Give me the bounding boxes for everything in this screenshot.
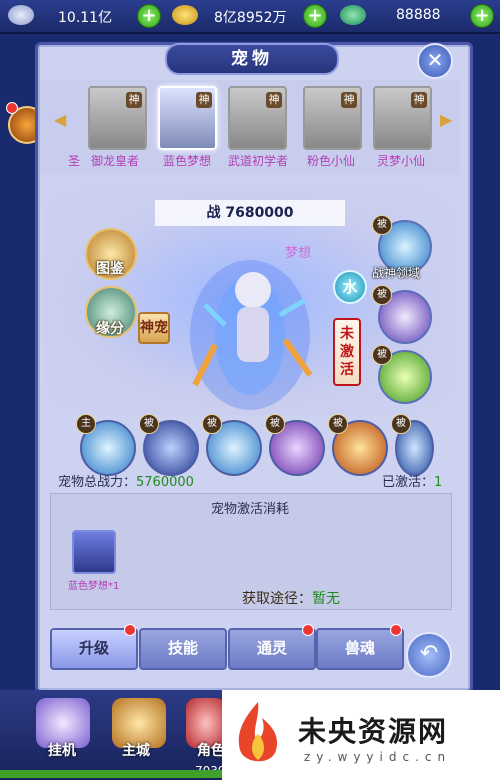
passive-badge: 被 <box>391 414 411 434</box>
water-element-badge: 水 <box>333 270 367 304</box>
passive-badge: 被 <box>139 414 159 434</box>
add-silver-button[interactable]: + <box>137 4 161 28</box>
panel-title: 宠物 <box>165 43 339 75</box>
passive-badge: 被 <box>372 215 392 235</box>
activated-value: 1 <box>434 475 443 490</box>
item-name: 蓝色梦想*1 <box>68 581 120 592</box>
silver-amount: 10.11亿 <box>58 10 113 26</box>
silver-ingot-icon <box>8 5 34 25</box>
nav-city-label[interactable]: 主城 <box>122 740 150 760</box>
divine-badge: 神 <box>266 92 282 108</box>
pet-name: 御龙皇者 <box>90 154 139 168</box>
activated-caption: 已激活： <box>382 475 435 490</box>
source-caption: 获取途径： <box>242 591 312 607</box>
passive-badge: 被 <box>265 414 285 434</box>
pet-figure <box>190 260 313 410</box>
nav-character-label[interactable]: 角色 <box>197 740 225 760</box>
atlas-label[interactable]: 图鉴 <box>80 258 140 278</box>
currency-bar: 10.11亿 + 8亿8952万 + 88888 + <box>0 0 500 34</box>
activation-cost-title: 宠物激活消耗 <box>210 502 289 517</box>
skill-name: 战神领域 <box>372 266 421 280</box>
gold-amount: 8亿8952万 <box>214 10 287 26</box>
pet-card-item-icon[interactable] <box>72 530 116 574</box>
power-banner: 战 7680000 <box>155 200 345 226</box>
fate-label[interactable]: 缘分 <box>80 318 140 338</box>
jade-icon <box>340 5 366 25</box>
add-jade-button[interactable]: + <box>470 4 494 28</box>
divine-badge: 神 <box>341 92 357 108</box>
watermark-title: 未央资源网 <box>298 715 449 748</box>
passive-badge: 被 <box>202 414 222 434</box>
activated-label: 已激活：1 <box>382 471 442 490</box>
pet-name: 武道初学者 <box>227 154 288 168</box>
total-power-value: 5760000 <box>136 475 194 490</box>
tab-upgrade[interactable]: 升级 <box>50 628 138 670</box>
gold-ingot-icon <box>172 5 198 25</box>
back-arrow-icon[interactable]: ↶ <box>406 632 452 678</box>
divine-pet-tag: 神宠 <box>138 312 170 344</box>
tab-skills[interactable]: 技能 <box>139 628 227 670</box>
pet-name: 灵梦小仙 <box>376 154 425 168</box>
passive-badge: 被 <box>372 345 392 365</box>
scroll-left-icon[interactable]: ◀ <box>54 110 68 132</box>
close-icon[interactable]: ✕ <box>417 43 453 79</box>
total-power-caption: 宠物总战力： <box>58 475 137 490</box>
status-badge: 未激活 <box>333 318 361 386</box>
active-badge: 主 <box>76 414 96 434</box>
passive-badge: 被 <box>328 414 348 434</box>
watermark-subtitle: zy.wyyidc.cn <box>304 750 452 764</box>
passive-badge: 被 <box>372 285 392 305</box>
source-label: 获取途径：暂无 <box>242 588 340 608</box>
divine-badge: 神 <box>196 92 212 108</box>
watermark-flame-logo <box>238 702 278 762</box>
notification-dot <box>6 102 18 114</box>
tab-beast-soul[interactable]: 兽魂 <box>316 628 404 670</box>
pet-name-partial: 圣 <box>68 154 81 168</box>
exp-bar <box>0 770 222 778</box>
notification-dot <box>302 624 314 636</box>
nav-idle-label[interactable]: 挂机 <box>48 740 76 760</box>
tab-spirit[interactable]: 通灵 <box>228 628 316 670</box>
pet-name: 蓝色梦想 <box>162 154 211 168</box>
notification-dot <box>124 624 136 636</box>
scroll-right-icon[interactable]: ▶ <box>440 110 454 132</box>
total-power-label: 宠物总战力：5760000 <box>58 471 194 490</box>
divine-badge: 神 <box>411 92 427 108</box>
add-gold-button[interactable]: + <box>303 4 327 28</box>
notification-dot <box>390 624 402 636</box>
jade-amount: 88888 <box>396 7 441 23</box>
divine-badge: 神 <box>126 92 142 108</box>
source-value: 暂无 <box>312 591 340 607</box>
pet-name: 粉色小仙 <box>306 154 355 168</box>
